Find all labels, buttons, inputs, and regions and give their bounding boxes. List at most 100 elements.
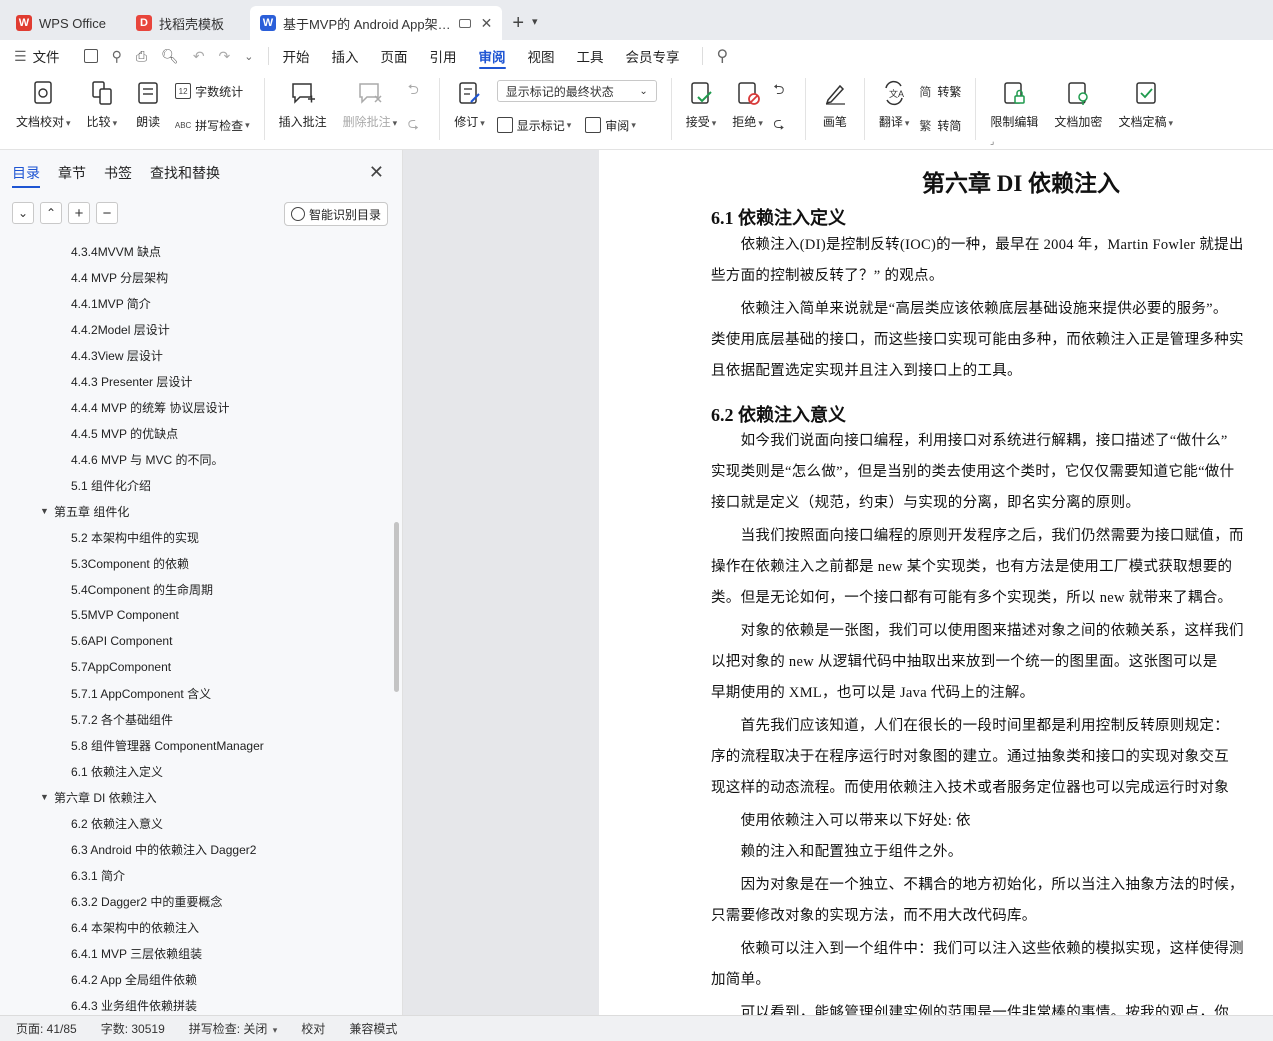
chevron-down-icon[interactable]: ▾: [532, 15, 538, 28]
collapse-triangle-icon[interactable]: ▼: [40, 792, 54, 802]
share-icon[interactable]: ⚲: [112, 48, 122, 65]
toc-item[interactable]: 5.5MVP Component: [0, 602, 390, 628]
redo-icon[interactable]: ↷: [219, 48, 231, 65]
toc-item[interactable]: 6.2 依赖注入意义: [0, 810, 390, 836]
toc-item[interactable]: 6.4 本架构中的依赖注入: [0, 914, 390, 940]
undo-icon[interactable]: ↶: [193, 48, 205, 65]
to-traditional-button[interactable]: 简转繁: [917, 80, 961, 102]
chevron-down-icon[interactable]: ⌄: [244, 50, 253, 63]
delete-comment-button[interactable]: 删除批注 ▾: [343, 78, 397, 130]
menu-tools[interactable]: 工具: [577, 40, 604, 72]
remove-icon[interactable]: −: [96, 202, 118, 224]
add-icon[interactable]: +: [68, 202, 90, 224]
monitor-icon[interactable]: [458, 18, 471, 28]
word-count-button[interactable]: 12 字数统计: [175, 80, 250, 102]
spell-check-indicator[interactable]: 拼写检查: 关闭 ▾: [189, 1020, 278, 1037]
to-simplified-button[interactable]: 繁转简: [917, 114, 961, 136]
close-icon[interactable]: ✕: [481, 15, 493, 32]
menu-view[interactable]: 视图: [528, 40, 555, 72]
docer-logo-icon: D: [135, 15, 152, 31]
tab-docer[interactable]: D 找稻壳模板: [126, 6, 234, 40]
toc-item[interactable]: 5.3Component 的依赖: [0, 550, 390, 576]
toc-item[interactable]: 6.3.1 简介: [0, 862, 390, 888]
toc-item[interactable]: 6.4.3 业务组件依赖拼装: [0, 992, 390, 1015]
hamburger-icon[interactable]: ☰: [14, 48, 27, 65]
review-pane-button[interactable]: 审阅 ▾: [585, 114, 636, 136]
reject-button[interactable]: 拒绝 ▾: [732, 78, 763, 130]
tab-bookmarks[interactable]: 书签: [104, 150, 132, 196]
menu-page[interactable]: 页面: [381, 40, 408, 72]
toc-item[interactable]: 4.4.5 MVP 的优缺点: [0, 420, 390, 446]
toc-item[interactable]: 5.7AppComponent: [0, 654, 390, 680]
toc-item[interactable]: 6.4.1 MVP 三层依赖组装: [0, 940, 390, 966]
toc-chapter-item[interactable]: ▼ 第五章 组件化: [0, 498, 390, 524]
toc-item[interactable]: 5.7.1 AppComponent 含义: [0, 680, 390, 706]
finalize-button[interactable]: 文档定稿 ▾: [1118, 78, 1173, 130]
toc-item[interactable]: 5.4Component 的生命周期: [0, 576, 390, 602]
toc-item[interactable]: 4.4.3View 层设计: [0, 342, 390, 368]
toc-chapter-item[interactable]: ▼ 第六章 DI 依赖注入: [0, 784, 390, 810]
revise-button[interactable]: 修订 ▾: [454, 78, 485, 130]
toc-item[interactable]: 6.3 Android 中的依赖注入 Dagger2: [0, 836, 390, 862]
save-icon[interactable]: [83, 49, 98, 63]
expand-ribbon-icon[interactable]: ⌟: [990, 136, 994, 147]
markup-select[interactable]: 显示标记的最终状态 ⌄: [496, 80, 657, 102]
show-markup-button[interactable]: 显示标记 ▾: [496, 114, 571, 136]
new-tab-button[interactable]: +: [506, 6, 530, 40]
accept-button[interactable]: 接受 ▾: [686, 78, 716, 130]
tab-wps-office[interactable]: W WPS Office: [6, 6, 116, 40]
restrict-edit-button[interactable]: 限制编辑: [990, 78, 1038, 130]
tab-document[interactable]: W 基于MVP的 Android App架… ✕: [249, 6, 503, 40]
preview-icon[interactable]: 🔍︎: [161, 48, 179, 65]
pen-button[interactable]: 画笔: [820, 78, 850, 130]
menu-reference[interactable]: 引用: [430, 40, 457, 72]
sidebar-scrollbar[interactable]: [394, 522, 399, 692]
word-count-indicator[interactable]: 字数: 30519: [101, 1020, 165, 1037]
expand-icon[interactable]: ⌄: [12, 202, 34, 224]
toc-item[interactable]: 6.4.2 App 全局组件依赖: [0, 966, 390, 992]
toc-item[interactable]: 4.4.4 MVP 的统筹 协议层设计: [0, 394, 390, 420]
tab-toc[interactable]: 目录: [12, 150, 40, 196]
close-icon[interactable]: ✕: [369, 162, 384, 183]
prev-comment-button[interactable]: ⮌: [405, 80, 425, 102]
toc-item[interactable]: 4.4.1MVP 简介: [0, 290, 390, 316]
menu-member[interactable]: 会员专享: [626, 40, 680, 72]
compare-button[interactable]: 比较 ▾: [87, 78, 117, 130]
toc-item[interactable]: 4.4 MVP 分层架构: [0, 264, 390, 290]
toc-item[interactable]: 4.4.3 Presenter 层设计: [0, 368, 390, 394]
collapse-icon[interactable]: ⌃: [40, 202, 62, 224]
collapse-triangle-icon[interactable]: ▼: [40, 506, 54, 516]
print-icon[interactable]: ⎙: [136, 48, 147, 65]
toc-item[interactable]: 5.2 本架构中组件的实现: [0, 524, 390, 550]
proof-indicator[interactable]: 校对: [301, 1020, 325, 1037]
document-page[interactable]: 第六章 DI 依赖注入 6.1 依赖注入定义 依赖注入(DI)是控制反转(IOC…: [599, 150, 1273, 1015]
smart-toc-button[interactable]: 智能识别目录: [283, 202, 388, 226]
encrypt-button[interactable]: 文档加密: [1054, 78, 1102, 130]
doc-check-button[interactable]: 文档校对 ▾: [16, 78, 71, 130]
read-aloud-button[interactable]: 朗读: [133, 78, 163, 130]
spell-check-button[interactable]: ABC 拼写检查 ▾: [175, 114, 250, 136]
menu-insert[interactable]: 插入: [332, 40, 359, 72]
toc-item[interactable]: 5.7.2 各个基础组件: [0, 706, 390, 732]
page-indicator[interactable]: 页面: 41/85: [16, 1020, 77, 1037]
menu-review[interactable]: 审阅: [478, 40, 506, 72]
translate-button[interactable]: 文A 翻译 ▾: [879, 78, 909, 130]
toc-item[interactable]: 5.1 组件化介绍: [0, 472, 390, 498]
prev-change-button[interactable]: ⮌: [771, 80, 791, 102]
toc-item[interactable]: 4.4.6 MVP 与 MVC 的不同。: [0, 446, 390, 472]
menu-file[interactable]: 文件: [33, 40, 60, 72]
toc-item[interactable]: 5.6API Component: [0, 628, 390, 654]
next-comment-button[interactable]: ⮎: [405, 114, 425, 136]
tab-sections[interactable]: 章节: [58, 150, 86, 196]
next-change-button[interactable]: ⮎: [771, 114, 791, 136]
menu-home[interactable]: 开始: [283, 40, 310, 72]
toc-item[interactable]: 6.1 依赖注入定义: [0, 758, 390, 784]
toc-item[interactable]: 6.3.2 Dagger2 中的重要概念: [0, 888, 390, 914]
search-icon[interactable]: ⚲: [717, 46, 729, 66]
tab-find-replace[interactable]: 查找和替换: [150, 150, 220, 196]
toc-item[interactable]: 4.4.2Model 层设计: [0, 316, 390, 342]
insert-comment-button[interactable]: 插入批注: [279, 78, 327, 130]
toc-item[interactable]: 5.8 组件管理器 ComponentManager: [0, 732, 390, 758]
comment-nav: ⮌ ⮎: [405, 80, 425, 136]
toc-item[interactable]: 4.3.4MVVM 缺点: [0, 238, 390, 264]
